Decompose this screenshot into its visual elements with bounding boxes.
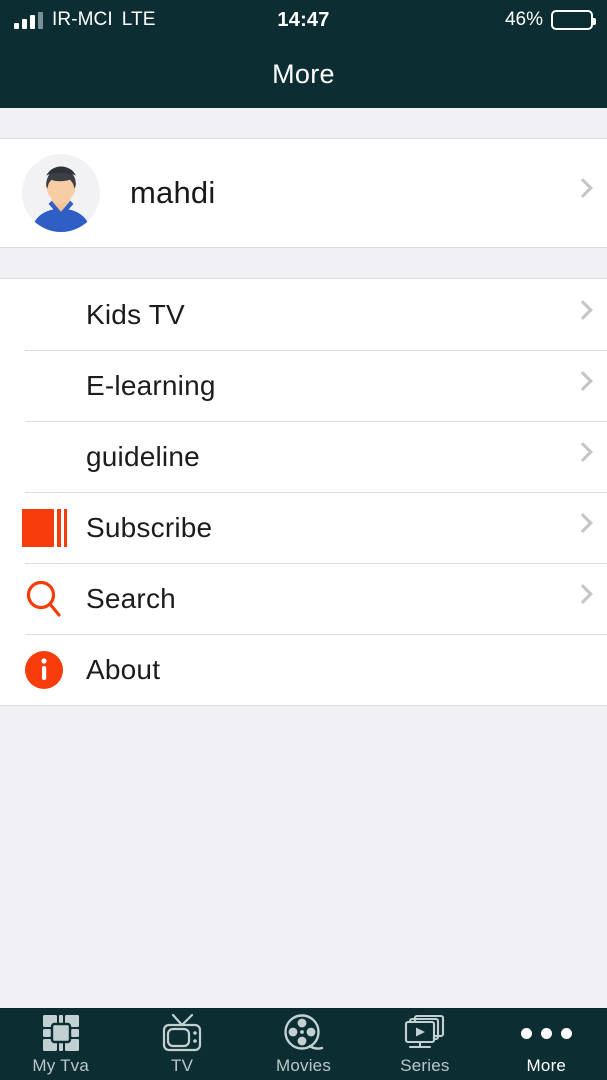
tab-movies[interactable]: Movies — [243, 1009, 364, 1080]
battery-percent-label: 46% — [504, 9, 543, 30]
tab-my-tva[interactable]: My Tva — [0, 1009, 121, 1080]
status-bar-left: IR-MCI LTE — [14, 9, 156, 31]
menu-row-e-learning[interactable]: E-learning — [0, 350, 607, 421]
more-screen: IR-MCI LTE 14:47 46% More mahdi Kids TV … — [0, 0, 607, 1080]
profile-name: mahdi — [130, 175, 216, 210]
row-icon-placeholder — [22, 435, 66, 479]
tab-tv[interactable]: TV — [121, 1009, 242, 1080]
tab-label: More — [526, 1056, 567, 1075]
tab-label: My Tva — [32, 1056, 90, 1075]
menu-row-about[interactable]: About — [0, 634, 607, 705]
carrier-label: IR-MCI — [52, 9, 113, 30]
group-spacer — [0, 248, 607, 278]
ellipsis-icon — [520, 1013, 572, 1053]
navigation-bar: More — [0, 40, 607, 108]
tab-series[interactable]: Series — [364, 1009, 485, 1080]
search-icon — [22, 577, 66, 621]
screens-play-icon — [403, 1013, 447, 1053]
menu-row-label: E-learning — [86, 369, 216, 401]
status-bar-right: 46% — [504, 9, 596, 31]
menu-row-label: Subscribe — [86, 511, 213, 543]
profile-row[interactable]: mahdi — [0, 139, 607, 247]
signal-strength-icon — [14, 11, 43, 29]
menu-row-search[interactable]: Search — [0, 563, 607, 634]
grid-icon — [41, 1013, 81, 1053]
menu-row-kids-tv[interactable]: Kids TV — [0, 279, 607, 350]
menu-row-label: Search — [86, 582, 176, 614]
tab-label: Movies — [275, 1056, 332, 1075]
network-type-label: LTE — [121, 9, 156, 30]
menu-group: Kids TV E-learning guideline Subscribe Searc… — [0, 278, 607, 706]
avatar — [22, 154, 100, 232]
chevron-right-icon — [573, 178, 593, 198]
top-spacer — [0, 108, 607, 138]
row-icon-placeholder — [22, 364, 66, 408]
row-icon-placeholder — [22, 293, 66, 337]
film-reel-icon — [283, 1013, 325, 1053]
menu-row-label: guideline — [86, 440, 200, 472]
menu-row-label: Kids TV — [86, 298, 185, 330]
menu-row-guideline[interactable]: guideline — [0, 421, 607, 492]
subscribe-icon — [21, 506, 67, 550]
tab-more[interactable]: More — [486, 1009, 607, 1080]
chevron-right-icon — [573, 583, 593, 604]
info-icon — [22, 648, 66, 692]
battery-icon — [551, 10, 596, 30]
chevron-right-icon — [573, 299, 593, 320]
menu-row-subscribe[interactable]: Subscribe — [0, 492, 607, 563]
tab-label: Series — [400, 1056, 450, 1075]
menu-row-label: About — [86, 653, 161, 685]
bottom-tab-bar: My Tva TV Movies Series More — [0, 1008, 607, 1080]
chevron-right-icon — [573, 512, 593, 533]
page-title: More — [272, 58, 335, 89]
television-icon — [161, 1013, 203, 1053]
content-area: mahdi Kids TV E-learning guideline Subscrib… — [0, 108, 607, 1008]
profile-group: mahdi — [0, 138, 607, 248]
chevron-right-icon — [573, 441, 593, 462]
chevron-right-icon — [573, 370, 593, 391]
status-bar: IR-MCI LTE 14:47 46% — [0, 0, 607, 40]
tab-label: TV — [171, 1056, 194, 1075]
